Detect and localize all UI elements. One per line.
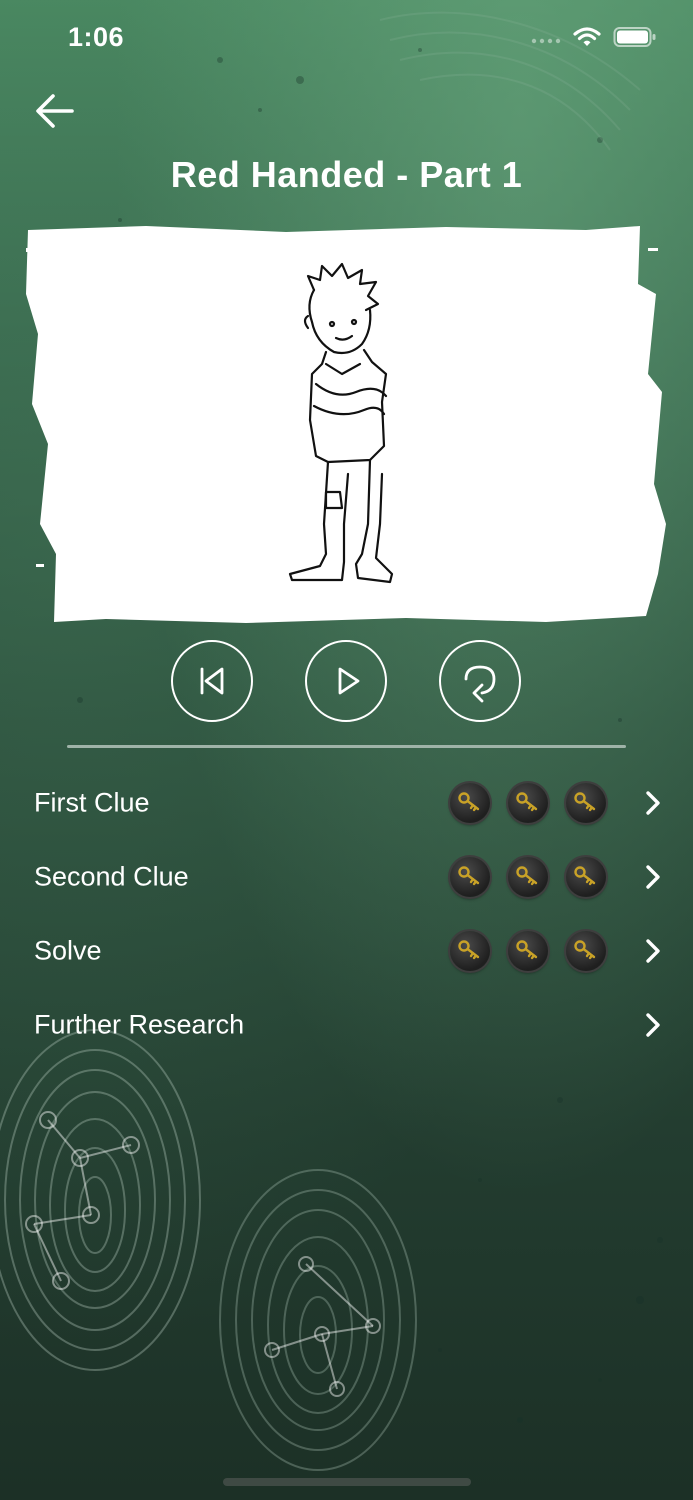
replay-button[interactable] (439, 640, 521, 722)
wifi-icon (573, 27, 601, 46)
fingerprint-left (0, 1029, 201, 1371)
back-button[interactable] (30, 88, 80, 134)
menu-item-label: Second Clue (34, 861, 189, 892)
key-rating (450, 931, 606, 971)
menu-item-solve[interactable]: Solve (0, 916, 693, 986)
skip-back-icon (200, 667, 224, 695)
section-divider (67, 745, 626, 748)
replay-icon (464, 665, 496, 703)
key-icon (566, 931, 606, 971)
key-icon (566, 783, 606, 823)
chevron-right-icon (641, 863, 665, 891)
arrow-left-icon (36, 94, 74, 128)
menu-item-second-clue[interactable]: Second Clue (0, 842, 693, 912)
key-icon (566, 857, 606, 897)
key-icon (508, 783, 548, 823)
key-rating (450, 857, 606, 897)
menu-item-further-research[interactable]: Further Research (0, 990, 693, 1060)
key-icon (508, 857, 548, 897)
menu-item-label: Further Research (34, 1009, 245, 1040)
battery-icon (613, 27, 656, 47)
menu-item-label: Solve (34, 935, 102, 966)
chevron-right-icon (641, 1011, 665, 1039)
status-icons (531, 26, 657, 48)
signal-icon (531, 38, 561, 44)
story-illustration (26, 226, 666, 623)
page-title: Red Handed - Part 1 (170, 154, 523, 195)
play-button[interactable] (305, 640, 387, 722)
key-icon (450, 931, 490, 971)
restart-button[interactable] (171, 640, 253, 722)
status-time: 1:06 (68, 22, 125, 52)
menu-item-first-clue[interactable]: First Clue (0, 768, 693, 838)
key-rating (450, 783, 606, 823)
playback-controls (0, 640, 693, 726)
key-icon (508, 931, 548, 971)
fingerprint-right (219, 1169, 417, 1471)
key-icon (450, 857, 490, 897)
chevron-right-icon (641, 937, 665, 965)
play-icon (338, 667, 360, 695)
chevron-right-icon (641, 789, 665, 817)
menu-item-label: First Clue (34, 787, 150, 818)
home-indicator (223, 1478, 471, 1486)
key-icon (450, 783, 490, 823)
status-bar: 1:06 (0, 0, 693, 80)
